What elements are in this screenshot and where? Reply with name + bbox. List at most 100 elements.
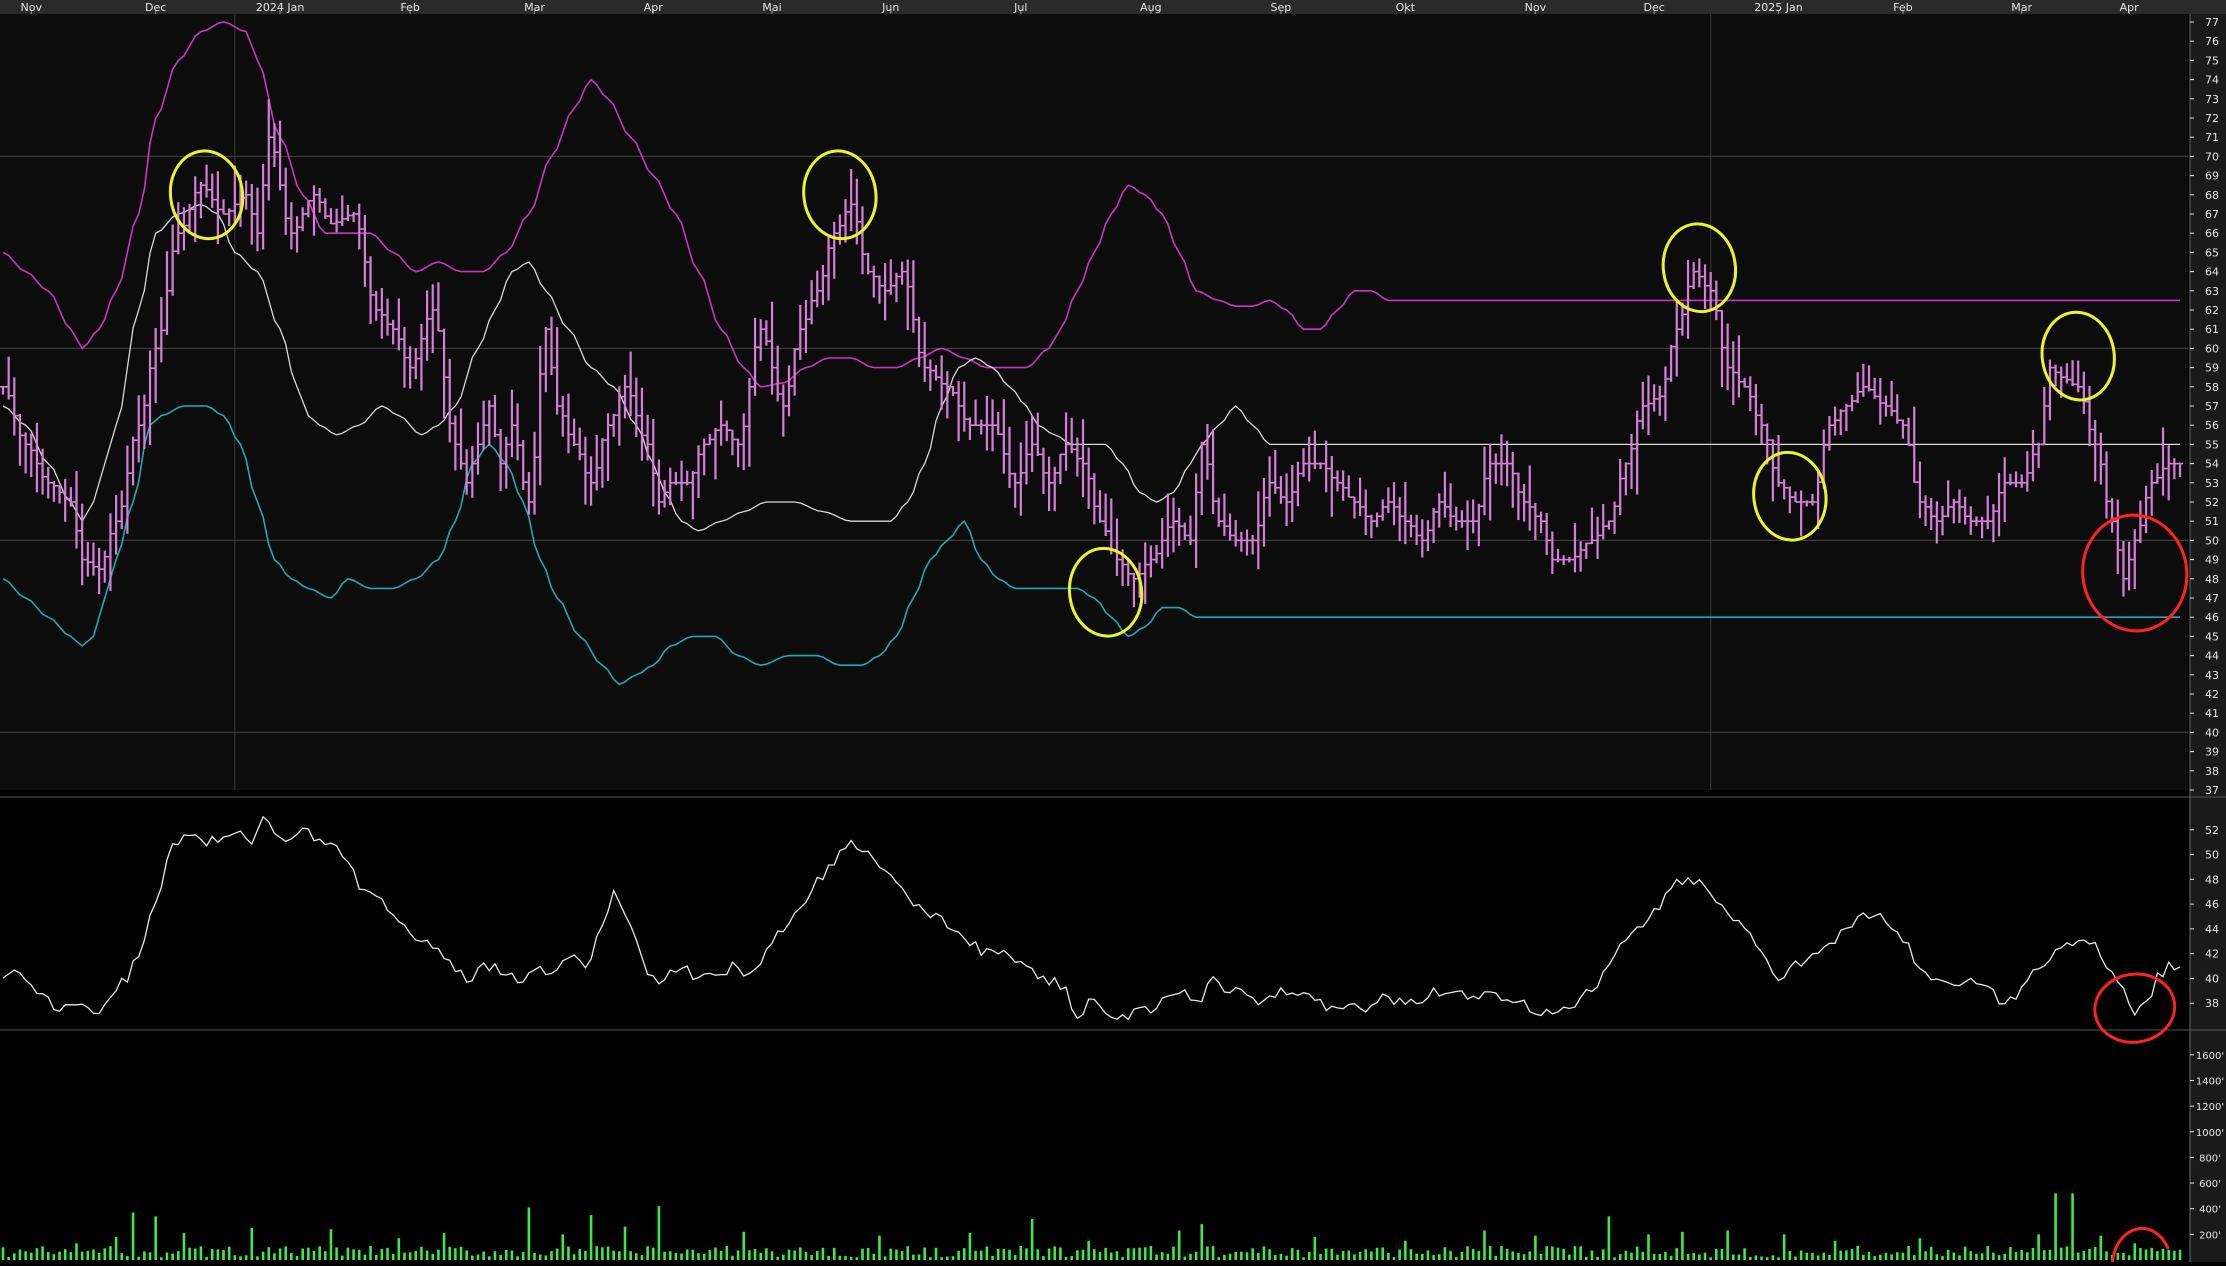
volume-bar[interactable] (618, 1251, 621, 1260)
volume-bar[interactable] (702, 1253, 706, 1260)
volume-bar[interactable] (1324, 1248, 1328, 1260)
volume-bar[interactable] (2048, 1249, 2052, 1260)
volume-bar[interactable] (80, 1251, 84, 1260)
volume-bar[interactable] (1568, 1254, 1571, 1260)
volume-bar[interactable] (663, 1251, 666, 1260)
volume-bar[interactable] (437, 1249, 440, 1260)
volume-bar[interactable] (1986, 1246, 1990, 1260)
volume-bar[interactable] (1743, 1248, 1746, 1260)
volume-bar[interactable] (1460, 1251, 1464, 1260)
volume-bar[interactable] (1505, 1248, 1509, 1260)
volume-bar[interactable] (137, 1256, 141, 1260)
volume-bar[interactable] (1392, 1257, 1396, 1260)
volume-bar[interactable] (736, 1250, 740, 1260)
volume-bar[interactable] (821, 1247, 825, 1260)
volume-bar[interactable] (2139, 1248, 2142, 1260)
volume-bar[interactable] (1437, 1254, 1441, 1260)
volume-bar[interactable] (1307, 1252, 1311, 1260)
volume-bar[interactable] (352, 1249, 355, 1260)
volume-bar[interactable] (126, 1256, 129, 1260)
volume-bar[interactable] (2065, 1246, 2069, 1260)
volume-bar[interactable] (2054, 1193, 2057, 1260)
volume-bar[interactable] (765, 1248, 768, 1260)
volume-bar[interactable] (1172, 1246, 1175, 1260)
volume-bar[interactable] (1262, 1246, 1266, 1260)
volume-bar[interactable] (1160, 1252, 1164, 1260)
volume-bar[interactable] (1613, 1257, 1616, 1260)
volume-bar[interactable] (798, 1247, 802, 1260)
volume-bar[interactable] (7, 1256, 10, 1260)
volume-bar[interactable] (487, 1256, 491, 1260)
volume-bar[interactable] (103, 1248, 107, 1260)
volume-bar[interactable] (561, 1234, 565, 1260)
volume-bar[interactable] (1013, 1255, 1017, 1260)
volume-bar[interactable] (41, 1246, 44, 1260)
volume-bar[interactable] (629, 1251, 632, 1260)
volume-bar[interactable] (1234, 1251, 1237, 1260)
volume-bar[interactable] (815, 1251, 819, 1260)
volume-bar[interactable] (668, 1251, 672, 1260)
volume-bar[interactable] (431, 1253, 435, 1260)
volume-bar[interactable] (131, 1212, 135, 1260)
volume-bar[interactable] (844, 1256, 847, 1260)
volume-bar[interactable] (363, 1254, 367, 1260)
volume-bar[interactable] (1290, 1248, 1294, 1260)
volume-bar[interactable] (1059, 1247, 1062, 1260)
volume-bar[interactable] (1155, 1254, 1158, 1260)
volume-bar[interactable] (776, 1256, 779, 1260)
volume-bar[interactable] (1675, 1248, 1679, 1260)
volume-bar[interactable] (35, 1248, 39, 1260)
volume-bar[interactable] (985, 1246, 989, 1260)
volume-bar[interactable] (1958, 1255, 1961, 1260)
volume-bar[interactable] (1364, 1249, 1368, 1260)
volume-bar[interactable] (1754, 1255, 1758, 1260)
volume-bar[interactable] (369, 1245, 372, 1260)
volume-bar[interactable] (2167, 1249, 2170, 1260)
volume-bar[interactable] (1641, 1251, 1645, 1260)
volume-bar[interactable] (465, 1250, 468, 1260)
volume-bar[interactable] (318, 1246, 321, 1260)
volume-bar[interactable] (974, 1250, 977, 1260)
volume-bar[interactable] (1019, 1246, 1023, 1260)
volume-bar[interactable] (1941, 1256, 1944, 1260)
volume-bar[interactable] (476, 1254, 480, 1260)
volume-bar[interactable] (414, 1250, 418, 1260)
volume-bar[interactable] (1579, 1246, 1582, 1260)
volume-bar[interactable] (1720, 1249, 1724, 1260)
volume-bar[interactable] (1528, 1251, 1532, 1260)
volume-bar[interactable] (538, 1254, 542, 1260)
volume-bar[interactable] (640, 1255, 644, 1260)
volume-bar[interactable] (216, 1249, 220, 1260)
volume-bar[interactable] (708, 1250, 712, 1260)
volume-bar[interactable] (697, 1253, 700, 1260)
volume-bar[interactable] (312, 1251, 316, 1260)
volume-bar[interactable] (1313, 1236, 1317, 1260)
volume-bar[interactable] (1126, 1248, 1130, 1260)
volume-bar[interactable] (1285, 1255, 1288, 1260)
volume-bar[interactable] (1573, 1246, 1577, 1260)
volume-bar[interactable] (657, 1206, 661, 1260)
volume-bar[interactable] (1454, 1256, 1458, 1260)
volume-bar[interactable] (719, 1250, 723, 1260)
volume-bar[interactable] (946, 1256, 949, 1260)
volume-bar[interactable] (810, 1255, 813, 1260)
volume-bar[interactable] (448, 1246, 452, 1260)
volume-bar[interactable] (143, 1251, 146, 1260)
volume-bar[interactable] (1867, 1251, 1871, 1260)
volume-bar[interactable] (1217, 1257, 1221, 1260)
volume-bar[interactable] (210, 1248, 214, 1260)
volume-bar[interactable] (872, 1253, 876, 1260)
volume-bar[interactable] (2105, 1251, 2108, 1260)
volume-bar[interactable] (499, 1254, 502, 1260)
volume-bar[interactable] (1115, 1251, 1119, 1260)
volume-bar[interactable] (120, 1253, 124, 1260)
volume-bar[interactable] (182, 1233, 186, 1260)
volume-bar[interactable] (1952, 1252, 1956, 1260)
volume-bar[interactable] (759, 1252, 763, 1260)
volume-bar[interactable] (176, 1251, 180, 1260)
volume-bar[interactable] (1064, 1257, 1068, 1260)
volume-bar[interactable] (957, 1250, 960, 1260)
volume-bar[interactable] (1607, 1216, 1611, 1260)
volume-bar[interactable] (1703, 1252, 1707, 1260)
volume-bar[interactable] (267, 1247, 271, 1260)
